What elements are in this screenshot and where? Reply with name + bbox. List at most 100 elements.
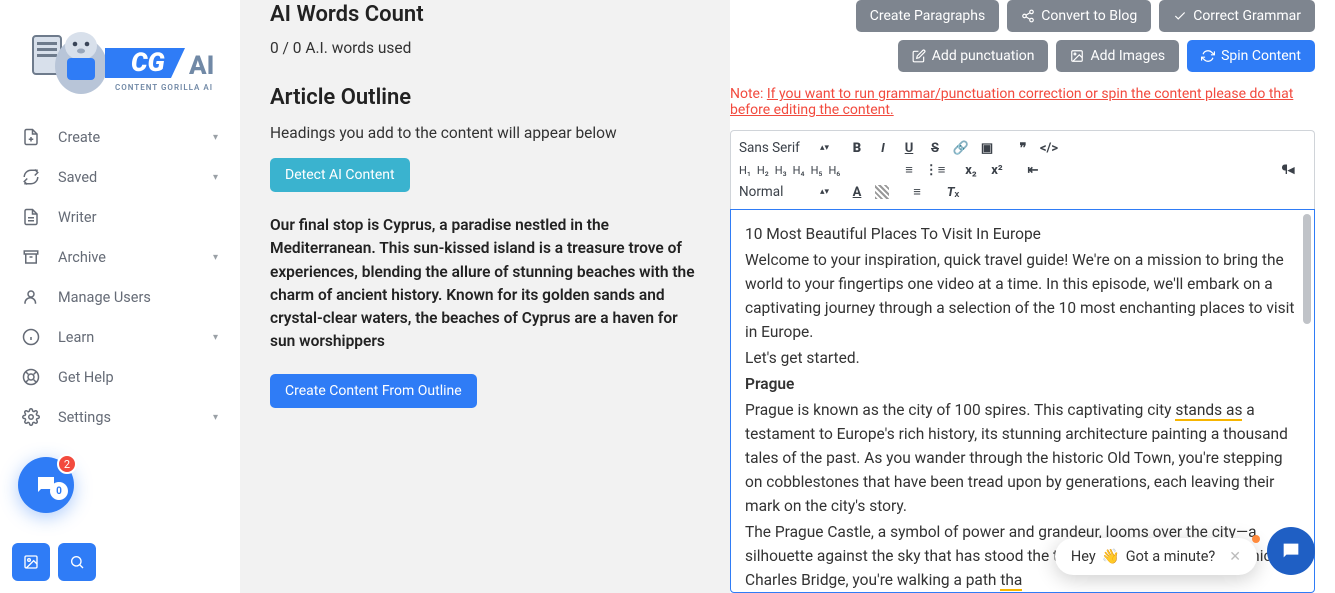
- clear-format-icon[interactable]: Tₓ: [945, 184, 961, 200]
- action-buttons: Create Paragraphs Convert to Blog Correc…: [730, 0, 1315, 82]
- bottom-actions: [12, 543, 96, 581]
- strike-icon[interactable]: S: [927, 140, 943, 156]
- spell-highlight: stands as: [1175, 401, 1242, 421]
- h3-button[interactable]: H₃: [775, 164, 787, 177]
- superscript-icon[interactable]: x²: [989, 162, 1005, 178]
- ai-words-count: 0 / 0 A.I. words used: [270, 39, 700, 57]
- share-icon: [1021, 9, 1035, 23]
- nav-item-get-help[interactable]: Get Help: [0, 357, 240, 397]
- nav-item-learn[interactable]: Learn ▾: [0, 317, 240, 357]
- wave-emoji: 👋: [1102, 548, 1120, 565]
- nav-item-create[interactable]: Create ▾: [0, 117, 240, 157]
- subscript-icon[interactable]: x₂: [963, 162, 979, 178]
- archive-icon: [22, 248, 40, 266]
- outdent-icon[interactable]: ⇤: [1025, 162, 1041, 178]
- chat-icon: [1280, 540, 1302, 562]
- editor-line: Welcome to your inspiration, quick trave…: [745, 248, 1300, 344]
- chevron-down-icon: ▾: [213, 132, 218, 143]
- nav-label: Manage Users: [58, 289, 218, 306]
- editor-body[interactable]: 10 Most Beautiful Places To Visit In Eur…: [730, 209, 1315, 593]
- create-content-outline-button[interactable]: Create Content From Outline: [270, 374, 477, 408]
- rtl-icon[interactable]: ¶◂: [1280, 162, 1296, 178]
- nav-label: Settings: [58, 409, 213, 426]
- bold-icon[interactable]: B: [849, 140, 865, 156]
- chat-fab[interactable]: [1267, 527, 1315, 575]
- middle-panel: AI Words Count 0 / 0 A.I. words used Art…: [240, 0, 730, 593]
- chevron-down-icon: ▾: [213, 332, 218, 343]
- h2-button[interactable]: H₂: [757, 164, 769, 177]
- nav-item-settings[interactable]: Settings ▾: [0, 397, 240, 437]
- chevron-down-icon: ▾: [213, 412, 218, 423]
- add-images-button[interactable]: Add Images: [1056, 40, 1179, 72]
- nav-item-manage-users[interactable]: Manage Users: [0, 277, 240, 317]
- logo-image: CG AI CONTENT GORILLA AI: [23, 18, 218, 103]
- search-square-button[interactable]: [58, 543, 96, 581]
- nav-label: Saved: [58, 169, 213, 186]
- image-square-button[interactable]: [12, 543, 50, 581]
- scrollbar[interactable]: [1303, 214, 1311, 324]
- h1-button[interactable]: H₁: [739, 164, 751, 177]
- correct-grammar-button[interactable]: Correct Grammar: [1159, 0, 1315, 32]
- spin-content-button[interactable]: Spin Content: [1187, 40, 1315, 72]
- editor-toolbar: Sans Serif▴▾ B I U S 🔗 ▣ ❞ </> H₁ H₂ H₃ …: [730, 130, 1315, 209]
- code-icon[interactable]: </>: [1041, 140, 1057, 156]
- note-text: Note: If you want to run grammar/punctua…: [730, 86, 1315, 118]
- ul-icon[interactable]: ⋮≡: [927, 162, 943, 178]
- h6-button[interactable]: H₆: [828, 164, 840, 177]
- file-icon: [22, 208, 40, 226]
- editor-line: Let's get started.: [745, 346, 1300, 370]
- convert-blog-button[interactable]: Convert to Blog: [1007, 0, 1151, 32]
- font-select[interactable]: Sans Serif▴▾: [739, 140, 829, 156]
- italic-icon[interactable]: I: [875, 140, 891, 156]
- note-link[interactable]: If you want to run grammar/punctuation c…: [730, 86, 1293, 118]
- edit-icon: [912, 49, 926, 63]
- style-select[interactable]: Normal▴▾: [739, 184, 829, 200]
- spell-highlight: tha: [1000, 571, 1022, 591]
- right-panel: Create Paragraphs Convert to Blog Correc…: [730, 0, 1335, 593]
- refresh-icon: [22, 168, 40, 186]
- text-color-icon[interactable]: A: [849, 184, 865, 200]
- ai-words-title: AI Words Count: [270, 2, 700, 27]
- nav-label: Archive: [58, 249, 213, 266]
- editor-line: 10 Most Beautiful Places To Visit In Eur…: [745, 222, 1300, 246]
- popup-indicator: [1252, 535, 1260, 543]
- outline-body: Our final stop is Cyprus, a paradise nes…: [270, 214, 700, 354]
- chat-badge: 2: [57, 454, 77, 474]
- refresh-icon: [1201, 49, 1215, 63]
- sidebar: CG AI CONTENT GORILLA AI Create ▾ Saved …: [0, 0, 240, 593]
- chevron-down-icon: ▾: [213, 172, 218, 183]
- ol-icon[interactable]: ≡: [901, 162, 917, 178]
- nav: Create ▾ Saved ▾ Writer Archive ▾ Manage…: [0, 117, 240, 593]
- file-plus-icon: [22, 128, 40, 146]
- outline-description: Headings you add to the content will app…: [270, 124, 700, 142]
- bg-color-icon[interactable]: [875, 185, 889, 199]
- editor-heading: Prague: [745, 372, 1300, 396]
- info-icon: [22, 328, 40, 346]
- align-icon[interactable]: ≡: [909, 184, 925, 200]
- close-icon[interactable]: ✕: [1229, 549, 1241, 565]
- underline-icon[interactable]: U: [901, 140, 917, 156]
- outline-title: Article Outline: [270, 85, 700, 110]
- nav-label: Writer: [58, 209, 218, 226]
- nav-label: Get Help: [58, 369, 218, 386]
- image-icon[interactable]: ▣: [979, 140, 995, 156]
- nav-label: Learn: [58, 329, 213, 346]
- check-icon: [1173, 9, 1187, 23]
- nav-label: Create: [58, 129, 213, 146]
- nav-item-saved[interactable]: Saved ▾: [0, 157, 240, 197]
- detect-ai-button[interactable]: Detect AI Content: [270, 158, 410, 192]
- nav-item-archive[interactable]: Archive ▾: [0, 237, 240, 277]
- create-paragraphs-button[interactable]: Create Paragraphs: [856, 0, 999, 32]
- chat-sub-badge: 0: [50, 482, 68, 500]
- h5-button[interactable]: H₅: [811, 164, 823, 177]
- link-icon[interactable]: 🔗: [953, 140, 969, 156]
- logo: CG AI CONTENT GORILLA AI: [0, 0, 240, 117]
- add-punctuation-button[interactable]: Add punctuation: [898, 40, 1049, 72]
- gear-icon: [22, 408, 40, 426]
- nav-item-writer[interactable]: Writer: [0, 197, 240, 237]
- svg-text:AI: AI: [189, 51, 214, 81]
- h4-button[interactable]: H₄: [793, 164, 805, 177]
- help-popup[interactable]: Hey 👋 Got a minute? ✕: [1055, 538, 1257, 575]
- life-ring-icon: [22, 368, 40, 386]
- quote-icon[interactable]: ❞: [1015, 140, 1031, 156]
